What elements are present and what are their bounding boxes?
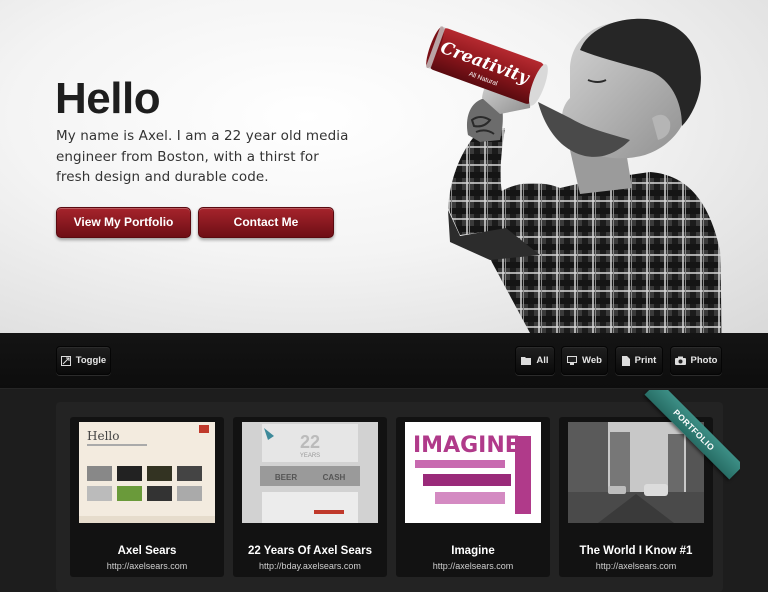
thumb-cash: CASH — [323, 473, 346, 482]
filter-web-label: Web — [582, 355, 602, 366]
filter-web-button[interactable]: Web — [561, 346, 608, 375]
filter-toolbar: Toggle All Web Print Photo — [0, 333, 768, 389]
portfolio-thumbnail: 22 YEARS BEER CASH — [242, 422, 378, 523]
portfolio-thumbnail — [568, 422, 704, 523]
contact-me-button[interactable]: Contact Me — [198, 207, 334, 238]
filter-photo-button[interactable]: Photo — [670, 346, 722, 375]
filter-print-label: Print — [634, 355, 657, 366]
portfolio-item-title: Imagine — [451, 545, 495, 557]
folder-icon — [521, 357, 532, 365]
hero-intro-text: My name is Axel. I am a 22 year old medi… — [56, 128, 349, 185]
portfolio-thumbnail: IMAGINE — [405, 422, 541, 523]
portfolio-item-url[interactable]: http://axelsears.com — [70, 561, 224, 571]
portfolio-item-title: 22 Years Of Axel Sears — [247, 545, 373, 557]
portfolio-item-the-world-i-know[interactable]: The World I Know #1 http://axelsears.com — [559, 417, 713, 577]
thumb-imagine-text: IMAGINE — [413, 433, 520, 458]
filter-print-button[interactable]: Print — [615, 346, 663, 375]
thumb-heading: Hello — [87, 429, 119, 443]
hero-portrait-image: Creativity All Natural — [425, 18, 722, 333]
portfolio-item-url[interactable]: http://axelsears.com — [396, 561, 550, 571]
portfolio-item-url[interactable]: http://axelsears.com — [559, 561, 713, 571]
thumb-number: 22 — [300, 432, 320, 452]
portfolio-grid: Hello Axel Sears http://axelsears.com 22… — [56, 402, 723, 592]
view-portfolio-button[interactable]: View My Portfolio — [56, 207, 191, 238]
filter-photo-label: Photo — [690, 355, 718, 366]
thumb-years: YEARS — [300, 453, 320, 459]
filter-all-button[interactable]: All — [515, 346, 555, 375]
hero-section: Hello My name is Axel. I am a 22 year ol… — [0, 0, 768, 333]
portfolio-item-axel-sears[interactable]: Hello Axel Sears http://axelsears.com — [70, 417, 224, 577]
thumb-beer: BEER — [275, 473, 297, 482]
portfolio-item-title: The World I Know #1 — [579, 545, 693, 557]
toggle-button[interactable]: Toggle — [56, 346, 111, 375]
portfolio-item-title: Axel Sears — [117, 545, 177, 557]
camera-icon — [674, 356, 686, 365]
portfolio-thumbnail: Hello — [79, 422, 215, 523]
monitor-icon — [567, 356, 578, 365]
portfolio-item-imagine[interactable]: IMAGINE Imagine http://axelsears.com — [396, 417, 550, 577]
hero-title: Hello — [55, 74, 161, 123]
portfolio-item-url[interactable]: http://bday.axelsears.com — [233, 561, 387, 571]
expand-icon — [60, 355, 71, 366]
document-icon — [621, 355, 630, 366]
toggle-label: Toggle — [75, 355, 107, 366]
filter-all-label: All — [536, 355, 549, 366]
portfolio-item-22-years[interactable]: 22 YEARS BEER CASH 22 Years Of Axel Sear… — [233, 417, 387, 577]
